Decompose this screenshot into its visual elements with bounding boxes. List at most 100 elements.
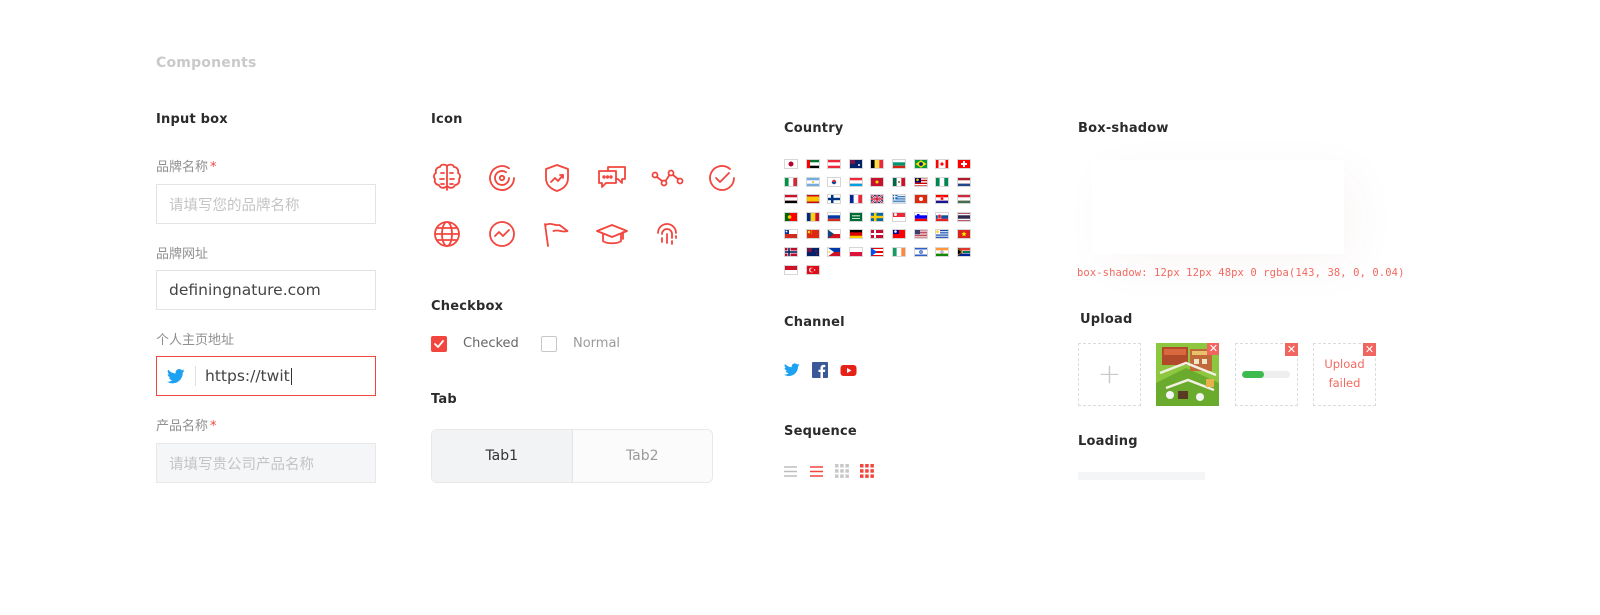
check-mark-icon [434, 340, 444, 348]
flag-grid [784, 159, 984, 279]
upload-failed-tile[interactable]: Upload failed ✕ [1313, 343, 1376, 406]
input-divider [195, 366, 196, 386]
tab-1[interactable]: Tab1 [432, 430, 573, 482]
product-name-input[interactable]: 请填写贵公司产品名称 [156, 443, 376, 483]
facebook-icon[interactable] [812, 362, 828, 378]
brand-name-label-text: 品牌名称 [156, 160, 209, 175]
flag-br-icon [913, 159, 928, 169]
flag-lu-icon [848, 176, 863, 187]
flag-se-icon [870, 211, 885, 222]
shield-trend-icon [540, 161, 574, 195]
flag-bg-icon [892, 159, 906, 169]
brand-name-input[interactable]: 请填写您的品牌名称 [156, 184, 376, 224]
flag-il-icon [913, 247, 928, 257]
flag-hk-icon [913, 194, 928, 205]
flag-ie-icon [892, 247, 906, 257]
brand-url-value: definingnature.com [169, 281, 321, 299]
flag-mo-icon [870, 176, 885, 187]
tab-2[interactable]: Tab2 [572, 430, 712, 482]
flag-no-icon [784, 247, 798, 257]
loading-section-title: Loading [1078, 434, 1138, 449]
upload-progress-fill [1242, 371, 1264, 378]
flag-pt-icon [784, 211, 798, 222]
flag-hr-icon [935, 194, 950, 205]
page-title: Components [156, 55, 257, 71]
flag-be-icon [870, 159, 885, 169]
flag-nl-icon [956, 176, 971, 187]
flag-cz-icon [827, 229, 842, 240]
flag-tw-icon [892, 229, 906, 240]
brand-url-input[interactable]: definingnature.com [156, 270, 376, 310]
required-mark: * [210, 419, 217, 434]
flag-at-icon [827, 159, 842, 169]
remove-image-button[interactable]: ✕ [1207, 343, 1219, 355]
graduation-cap-icon [595, 217, 629, 251]
flag-vn-icon [956, 229, 971, 240]
icon-section-title: Icon [431, 112, 463, 127]
uploaded-image-thumbnail[interactable]: ✕ [1156, 343, 1219, 406]
flag-th-icon [956, 211, 971, 222]
flag-za-icon [956, 247, 971, 257]
homepage-input[interactable]: https://twit [156, 356, 376, 396]
flag-nz-icon [805, 247, 820, 257]
flag-sk-icon [935, 211, 950, 222]
flag-it-icon [784, 176, 798, 187]
checkbox-checked[interactable] [431, 336, 447, 352]
nodes-icon [650, 161, 684, 195]
flag-gr-icon [892, 194, 906, 205]
loading-skeleton-bar [1078, 472, 1205, 480]
target-icon [485, 161, 519, 195]
flag-eg-icon [784, 194, 798, 205]
plus-icon: + [1097, 357, 1122, 390]
flag-ru-icon [827, 211, 842, 222]
flag-ar-icon [805, 176, 820, 187]
text-caret [290, 367, 292, 385]
list-view-active-icon[interactable] [810, 463, 824, 477]
flag-pl-icon [848, 247, 863, 257]
flag-cl-icon [784, 229, 798, 240]
flag-us-icon [913, 229, 928, 240]
flag-gb-icon [870, 194, 885, 205]
shadow-sample-box [1092, 160, 1344, 254]
checkbox-section-title: Checkbox [431, 299, 504, 314]
flag-fi-icon [827, 194, 842, 205]
remove-failed-button[interactable]: ✕ [1363, 343, 1376, 356]
input-box-section-title: Input box [156, 112, 228, 127]
flag-my-icon [913, 176, 928, 187]
product-name-label-text: 产品名称 [156, 419, 209, 434]
box-shadow-caption: box-shadow: 12px 12px 48px 0 rgba(143, 3… [1077, 267, 1405, 279]
flag-jp-icon [784, 159, 798, 169]
youtube-icon[interactable] [840, 362, 857, 378]
grid-view-icon[interactable] [835, 463, 849, 478]
flag-ph-icon [827, 247, 842, 257]
homepage-value: https://twit [205, 367, 290, 385]
sequence-section-title: Sequence [784, 424, 857, 439]
upload-progress-bar [1242, 371, 1290, 378]
fingerprint-icon [650, 217, 684, 251]
upload-add-button[interactable]: + [1078, 343, 1141, 406]
cancel-upload-button[interactable]: ✕ [1285, 343, 1298, 356]
brand-name-label: 品牌名称 * [156, 156, 217, 175]
channel-section-title: Channel [784, 315, 845, 330]
checkbox-normal-label: Normal [573, 336, 621, 351]
upload-failed-line-1: Upload [1324, 357, 1365, 371]
flag-icon [540, 217, 574, 251]
trend-circle-icon [485, 217, 519, 251]
brain-icon [430, 161, 464, 195]
checkbox-normal[interactable] [541, 336, 557, 352]
box-shadow-section-title: Box-shadow [1078, 121, 1169, 136]
twitter-icon[interactable] [783, 362, 800, 378]
twitter-icon [167, 368, 185, 384]
list-view-icon[interactable] [784, 463, 798, 477]
flag-ng-icon [935, 176, 950, 187]
flag-cn-icon [805, 229, 820, 240]
flag-es-icon [805, 194, 820, 205]
required-mark: * [210, 160, 217, 175]
grid-view-active-icon[interactable] [860, 463, 874, 478]
country-section-title: Country [784, 121, 844, 136]
flag-tr-icon [805, 264, 820, 275]
flag-id-icon [784, 264, 798, 275]
product-name-label: 产品名称 * [156, 415, 217, 434]
flag-sg-icon [892, 211, 906, 222]
upload-failed-line-2: failed [1328, 376, 1361, 390]
